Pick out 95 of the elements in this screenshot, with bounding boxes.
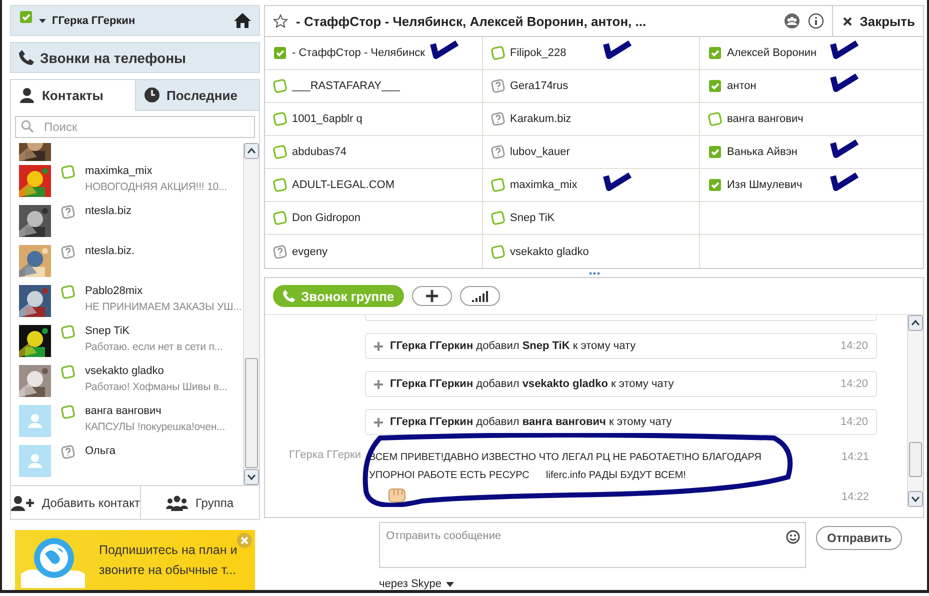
add-person-icon	[11, 494, 35, 510]
message-time: 14:20	[840, 378, 868, 390]
scrollbar[interactable]	[243, 143, 259, 485]
mood-message: Работаю. если нет в сети п...	[85, 341, 223, 353]
group-icon	[166, 494, 188, 510]
contact-item[interactable]: Ольга	[19, 441, 243, 481]
participant[interactable]: антон	[708, 79, 756, 93]
participant[interactable]: abdubas74	[273, 145, 346, 159]
call-quality-button[interactable]	[460, 286, 500, 306]
participant[interactable]: ванга вангович	[708, 112, 804, 126]
search-field[interactable]: Поиск	[15, 116, 255, 138]
participant[interactable]: vsekakto gladko	[491, 244, 589, 258]
splitter-handle[interactable]	[588, 272, 600, 274]
calls-button[interactable]: Звонки на телефоны	[10, 42, 260, 73]
contact-name: vsekakto gladko	[85, 365, 165, 377]
sender-name: ГГерка ГГерки	[289, 449, 359, 461]
conversation-title: - СтаффСтор - Челябинск, Алексей Воронин, антон, ...	[296, 14, 648, 28]
sidebar-button[interactable]: Добавить контакт	[11, 486, 140, 519]
send-via-dropdown[interactable]: через Skype	[264, 568, 454, 590]
message-time: 14:20	[840, 416, 868, 428]
scroll-down-button[interactable]	[908, 491, 923, 507]
scrollbar[interactable]	[907, 315, 923, 507]
participant[interactable]: ___RASTAFARAY___	[273, 79, 400, 93]
participant[interactable]: Don Gidropon	[273, 211, 360, 225]
contact-name: Snep TiK	[85, 325, 131, 337]
star-icon[interactable]	[273, 14, 288, 28]
info-icon[interactable]	[808, 13, 824, 29]
home-icon[interactable]	[234, 13, 251, 28]
participant[interactable]: maximka_mix	[491, 178, 578, 192]
participant[interactable]: Karakum.biz	[491, 112, 572, 126]
contact-item[interactable]: ванга вангович КАПСУЛЫ !покурешка!очен...	[19, 401, 243, 441]
contact-item[interactable]: ntesla.biz	[19, 201, 243, 241]
promo-text: Подпишитесь на план и звоните на обычные т...	[99, 542, 238, 579]
phone-icon	[19, 50, 34, 65]
contact-name: Ольга	[85, 445, 116, 457]
mood-message: Работаю! Хофманы Шивы в...	[85, 381, 228, 393]
contact-name: maximka_mix	[85, 165, 154, 177]
message-field[interactable]: Отправить сообщение	[379, 522, 806, 568]
scroll-down-button[interactable]	[244, 469, 259, 485]
participant[interactable]: lubov_kauer	[491, 145, 570, 159]
contact-name: ванга вангович	[85, 405, 162, 417]
participant[interactable]: Snep TiK	[491, 211, 555, 225]
message-time: 14:22	[841, 490, 870, 503]
participant[interactable]: 1001_6apblr q	[273, 112, 362, 126]
profile-name: ГГерка ГГеркин	[52, 14, 136, 26]
add-button[interactable]	[412, 286, 452, 306]
participant[interactable]: evgeny	[273, 244, 328, 258]
participant[interactable]: Filipok_228	[491, 46, 566, 60]
event-text: ГГерка ГГеркин добавил Snep TiK к этому чату	[390, 340, 637, 352]
fist-icon	[387, 487, 407, 503]
caret-icon	[39, 18, 46, 22]
scroll-up-button[interactable]	[908, 315, 923, 331]
scroll-up-button[interactable]	[244, 143, 259, 159]
participant[interactable]: Gera174rus	[491, 79, 568, 93]
participant[interactable]: Ванька Айвэн	[708, 145, 798, 159]
message-time: 14:20	[840, 340, 868, 352]
close-icon	[842, 16, 852, 26]
scroll-thumb[interactable]	[909, 442, 922, 477]
contact-item[interactable]: vsekakto gladko Работаю! Хофманы Шивы в...	[19, 361, 243, 401]
event-text: ГГерка ГГеркин добавил ванга вангович к этому чату	[390, 416, 673, 428]
event-text: ГГерка ГГеркин добавил vsekakto gladko к этому чату	[390, 378, 675, 390]
person-icon	[19, 87, 35, 103]
participant[interactable]: Алексей Воронин	[708, 46, 817, 60]
mood-message: НОВОГОДНЯЯ АКЦИЯ!!! 10...	[85, 181, 227, 193]
contact-name: Pablo28mix	[85, 285, 144, 297]
phone-icon	[283, 290, 295, 302]
mood-message: КАПСУЛЫ !покурешка!очен...	[85, 421, 226, 433]
close-button[interactable]: Закрыть	[832, 6, 923, 36]
participant[interactable]: - СтаффСтор - Челябинск	[273, 46, 425, 60]
contact-item[interactable]: ntesla.biz.	[19, 241, 243, 281]
contact-item[interactable]: Snep TiK Работаю. если нет в сети п...	[19, 321, 243, 361]
contact-item[interactable]: maximka_mix НОВОГОДНЯЯ АКЦИЯ!!! 10...	[19, 161, 243, 201]
sidebar-button[interactable]: Группа	[140, 486, 259, 519]
promo-banner[interactable]: Подпишитесь на план и звоните на обычные т...	[15, 530, 255, 590]
profile-bar[interactable]: ГГерка ГГеркин	[10, 5, 260, 36]
contact-name: ntesla.biz.	[85, 245, 135, 257]
participant[interactable]: ADULT-LEGAL.COM	[273, 178, 394, 192]
clock-icon	[144, 87, 160, 103]
smiley-icon[interactable]	[786, 530, 800, 544]
people-icon[interactable]	[784, 13, 800, 29]
expand-icon[interactable]	[374, 380, 383, 388]
search-icon	[21, 120, 34, 133]
tab[interactable]: Последние	[134, 80, 259, 111]
mood-message: НЕ ПРИНИМАЕМ ЗАКАЗЫ УШ...	[85, 301, 242, 313]
contact-item[interactable]: Pablo28mix НЕ ПРИНИМАЕМ ЗАКАЗЫ УШ...	[19, 281, 243, 321]
caret-icon	[446, 582, 454, 586]
message-time: 14:21	[841, 450, 870, 463]
expand-icon[interactable]	[374, 418, 383, 426]
scroll-thumb[interactable]	[245, 358, 258, 468]
participant[interactable]: Изя Шмулевич	[708, 178, 802, 192]
send-button[interactable]: Отправить	[816, 526, 902, 550]
expand-icon[interactable]	[374, 342, 383, 350]
contact-name: ntesla.biz	[85, 205, 132, 217]
plus-icon	[426, 290, 438, 302]
signal-icon	[472, 290, 488, 302]
